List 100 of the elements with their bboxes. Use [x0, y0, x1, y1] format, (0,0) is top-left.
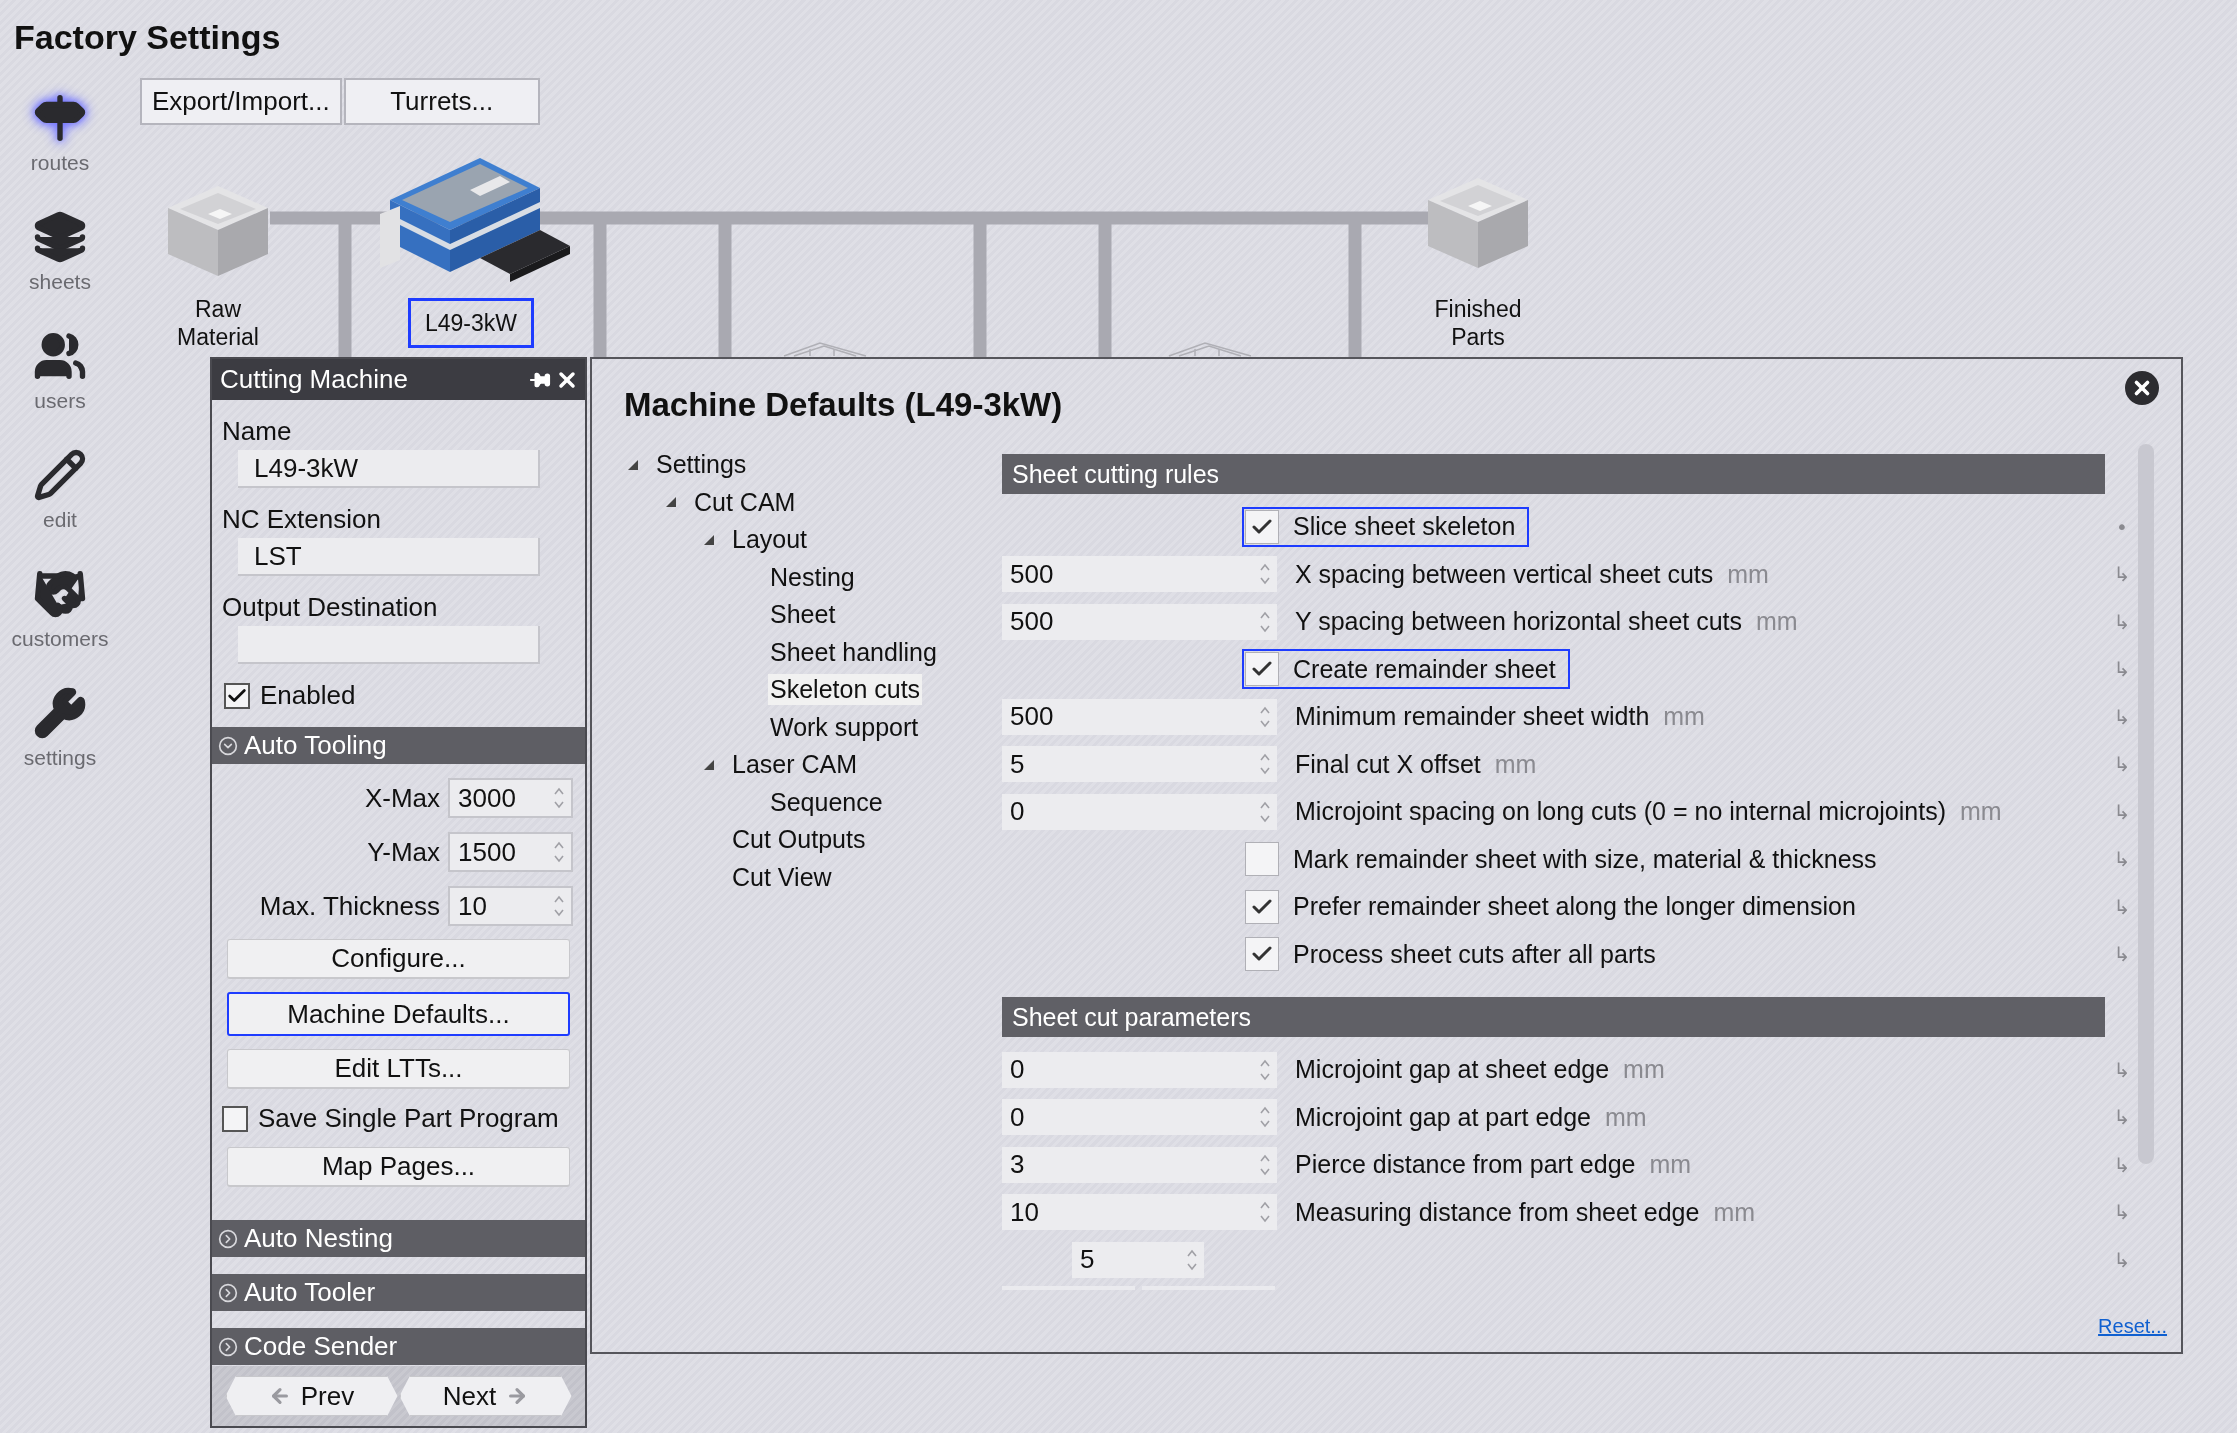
field-label: Name — [222, 416, 293, 446]
station-label[interactable]: Finished Parts — [1413, 295, 1543, 351]
tree-item[interactable]: Layout — [730, 524, 810, 556]
group-header: Sheet cut parameters — [1002, 997, 2105, 1037]
tree-item[interactable]: Skeleton cuts — [768, 674, 923, 706]
number-field[interactable]: 10 — [448, 886, 573, 926]
unit-label: mm — [1649, 1150, 1692, 1180]
nav-button[interactable]: routes — [5, 81, 115, 200]
checkbox-option[interactable]: Process sheet cuts after all parts — [1242, 934, 1670, 975]
unit-label: mm — [1713, 1197, 1756, 1227]
expanded-triangle-icon[interactable] — [703, 533, 715, 546]
number-field[interactable]: 0 — [1002, 793, 1277, 830]
pager-button[interactable]: Next — [399, 1376, 572, 1416]
number-field[interactable]: 5 — [1072, 1241, 1204, 1278]
nav-button[interactable]: edit — [5, 438, 115, 557]
text-field[interactable]: L49-3kW — [238, 450, 540, 488]
checkbox[interactable] — [1245, 509, 1279, 544]
checkbox[interactable] — [224, 682, 250, 709]
checkbox-option[interactable]: Mark remainder sheet with size, material & thickness — [1242, 839, 1891, 880]
unit-label: mm — [1605, 1102, 1647, 1132]
setting-label: Pierce distance from part edge — [1295, 1150, 1636, 1180]
tree-item[interactable]: Nesting — [768, 561, 857, 593]
tree-item[interactable]: Sheet handling — [768, 636, 939, 668]
wrench-icon — [33, 686, 87, 740]
setting-label: Measuring distance from sheet edge — [1295, 1197, 1700, 1227]
nav-button[interactable]: settings — [5, 676, 115, 795]
unit-label: mm — [1727, 559, 1769, 589]
setting-label: X spacing between vertical sheet cuts — [1295, 559, 1714, 589]
panel-title: Cutting Machine — [220, 364, 408, 395]
unit-label: mm — [1756, 607, 1798, 637]
expanded-triangle-icon[interactable] — [665, 496, 677, 509]
field-label: NC Extension — [222, 504, 382, 534]
number-field[interactable]: 1500 — [448, 832, 573, 872]
checkbox-option[interactable]: Create remainder sheet — [1242, 649, 1570, 690]
unit-label: mm — [1623, 1055, 1665, 1085]
toolbar-button[interactable]: Turrets... — [343, 78, 540, 125]
tree-item[interactable]: Sheet — [768, 599, 838, 631]
section-header[interactable]: Auto Tooling — [212, 727, 585, 764]
unit-label: mm — [1494, 749, 1537, 779]
checkbox[interactable] — [1245, 889, 1279, 924]
nav-button[interactable]: sheets — [5, 200, 115, 319]
number-field[interactable]: 0 — [1002, 1099, 1277, 1136]
pencil-icon — [33, 448, 87, 502]
tree-item[interactable]: Laser CAM — [730, 749, 860, 781]
unit-label: mm — [1960, 797, 2002, 827]
panel-button[interactable]: Configure... — [227, 939, 570, 979]
number-field[interactable]: 3000 — [448, 778, 573, 818]
checkbox[interactable] — [1245, 652, 1279, 687]
spinner-label: Y-Max — [367, 836, 440, 868]
expanded-triangle-icon[interactable] — [703, 758, 715, 771]
dialog-title: Machine Defaults (L49-3kW) — [624, 385, 1063, 425]
tree-item[interactable]: Cut CAM — [692, 486, 798, 518]
tree-item[interactable]: Work support — [768, 711, 921, 743]
tree-item[interactable]: Settings — [654, 449, 749, 481]
field-label: Output Destination — [222, 592, 439, 622]
setting-label: Microjoint gap at sheet edge — [1295, 1055, 1610, 1085]
reset-link[interactable]: Reset... — [2098, 1315, 2167, 1338]
app-title: Factory Settings — [13, 17, 281, 58]
enabled-checkbox[interactable]: Enabled — [224, 680, 585, 711]
number-field[interactable]: 0 — [1002, 1051, 1277, 1088]
checkbox-option[interactable]: Prefer remainder sheet along the longer dimension — [1242, 886, 1870, 927]
toolbar-button[interactable]: Export/Import... — [140, 78, 342, 125]
section-header[interactable]: Code Sender — [212, 1328, 585, 1365]
tree-item[interactable]: Cut Outputs — [730, 824, 868, 856]
checkbox-option[interactable]: Slice sheet skeleton — [1242, 506, 1530, 547]
panel-button[interactable]: Machine Defaults... — [227, 992, 570, 1036]
close-button[interactable] — [2125, 371, 2159, 405]
panel-button[interactable]: Edit LTTs... — [227, 1049, 570, 1089]
setting-label: Minimum remainder sheet width — [1295, 702, 1650, 732]
section-header[interactable]: Auto Nesting — [212, 1220, 585, 1257]
tree-item[interactable]: Sequence — [768, 786, 885, 818]
text-field[interactable]: LST — [238, 538, 540, 576]
section-header[interactable]: Auto Tooler — [212, 1274, 585, 1311]
spinner-label: X-Max — [364, 782, 440, 814]
setting-label: Y spacing between horizontal sheet cuts — [1295, 607, 1743, 637]
expanded-triangle-icon[interactable] — [627, 458, 639, 471]
nav-button[interactable]: users — [5, 319, 115, 438]
number-field[interactable]: 10 — [1002, 1194, 1277, 1231]
layers-icon — [33, 210, 87, 264]
text-field[interactable] — [238, 626, 540, 664]
number-field[interactable]: 500 — [1002, 698, 1277, 735]
checkbox[interactable] — [1245, 842, 1279, 877]
setting-label: Final cut X offset — [1295, 749, 1481, 779]
checkbox-option[interactable]: Save Single Part Program — [222, 1103, 585, 1134]
station-label[interactable]: Raw Material — [153, 295, 283, 351]
unit-label: mm — [1663, 702, 1705, 732]
checkbox[interactable] — [222, 1105, 248, 1132]
number-field[interactable]: 5 — [1002, 746, 1277, 783]
station-label[interactable]: L49-3kW — [408, 298, 535, 348]
number-field[interactable]: 500 — [1002, 603, 1277, 640]
nav-button[interactable]: customers — [5, 557, 115, 676]
checkbox[interactable] — [1245, 937, 1279, 972]
spinner-label: Max. Thickness — [259, 890, 440, 922]
tree-item[interactable]: Cut View — [730, 861, 834, 893]
panel-button[interactable]: Map Pages... — [227, 1147, 570, 1187]
number-field[interactable]: 500 — [1002, 556, 1277, 593]
setting-label: Microjoint gap at part edge — [1295, 1102, 1591, 1132]
group-header: Sheet cutting rules — [1002, 454, 2105, 494]
pager-button[interactable]: Prev — [225, 1376, 398, 1416]
number-field[interactable]: 3 — [1002, 1146, 1277, 1183]
